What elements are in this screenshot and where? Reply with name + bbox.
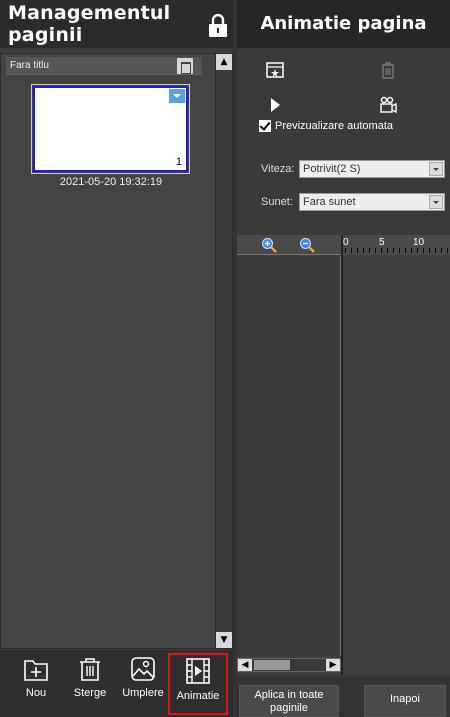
new-page-label: Nou (25, 687, 47, 699)
timeline-splitter[interactable] (341, 235, 343, 675)
animation-timeline: 0 5 10 ◀ ▶ (237, 235, 450, 675)
chevron-down-icon[interactable] (429, 195, 443, 209)
autopreview-label: Previzualizare automata (275, 120, 394, 132)
page-animation-title: Animatie pagina (237, 0, 450, 48)
zoom-out-icon[interactable] (299, 237, 315, 253)
delete-page-button[interactable]: Sterge (64, 656, 116, 714)
page-timestamp: 2021-05-20 19:32:19 (59, 176, 163, 188)
ruler-tick-label: 0 (343, 237, 349, 248)
delete-group-icon[interactable] (177, 58, 193, 74)
page-group-label: Fara titlu (10, 60, 49, 71)
scroll-up-button[interactable]: ▲ (216, 54, 232, 70)
timeline-ruler[interactable]: 0 5 10 (343, 235, 450, 255)
speed-select[interactable]: Potrivit(2 S) (299, 160, 445, 178)
chevron-down-icon[interactable] (429, 162, 443, 176)
animation-label: Animatie (176, 690, 220, 702)
ruler-tick-label: 5 (379, 237, 385, 248)
delete-page-label: Sterge (73, 687, 107, 699)
page-group-header[interactable]: Fara titlu (6, 57, 202, 75)
camera-record-icon[interactable] (378, 95, 398, 115)
autopreview-check-box[interactable] (259, 120, 271, 132)
apply-all-pages-label: Aplica in toate paginile (254, 689, 324, 714)
fill-label: Umplere (122, 687, 164, 699)
back-button[interactable]: Inapoi (364, 685, 446, 717)
sound-value: Fara sunet (303, 196, 356, 208)
scroll-left-button[interactable]: ◀ (238, 659, 252, 671)
sound-select[interactable]: Fara sunet (299, 193, 445, 211)
page-toolbar: Nou Sterge Umplere Animatie (0, 650, 233, 717)
play-icon[interactable] (265, 95, 285, 115)
page-management-title: Managementul paginii (0, 0, 233, 48)
autopreview-checkbox[interactable]: Previzualizare automata (259, 120, 393, 132)
timeline-effects-list[interactable] (237, 256, 341, 656)
fill-button[interactable]: Umplere (117, 656, 169, 714)
add-effect-icon[interactable] (265, 60, 285, 80)
page-management-panel: Managementul paginii Fara titlu 1 2021-0… (0, 0, 233, 717)
trash-icon (80, 658, 100, 681)
speed-label: Viteza: (261, 163, 295, 175)
page-list: Fara titlu 1 2021-05-20 19:32:19 ▲ ▼ (0, 53, 233, 649)
back-label: Inapoi (390, 693, 420, 705)
thumbnail-menu-dropdown-icon[interactable] (169, 89, 185, 103)
page-number: 1 (175, 156, 182, 168)
scrollbar-thumb[interactable] (254, 660, 290, 670)
page-animation-panel: Animatie pagina Previzualizare automata … (237, 0, 450, 717)
animation-film-icon (186, 658, 210, 684)
timeline-zoom-bar (237, 235, 341, 255)
page-thumbnail[interactable]: 1 (33, 86, 188, 172)
ruler-tick-label: 10 (413, 237, 425, 248)
delete-effect-icon[interactable] (378, 60, 398, 80)
scroll-right-button[interactable]: ▶ (326, 659, 340, 671)
new-page-icon (24, 660, 48, 681)
sound-label: Sunet: (261, 196, 293, 208)
scroll-down-button[interactable]: ▼ (216, 632, 232, 648)
image-fill-icon (131, 657, 155, 681)
apply-all-pages-button[interactable]: Aplica in toate paginile (239, 685, 339, 717)
new-page-button[interactable]: Nou (10, 656, 62, 714)
timeline-horizontal-scrollbar[interactable]: ◀ ▶ (237, 658, 341, 672)
animation-actions-bar: Aplica in toate paginile Inapoi (237, 677, 450, 717)
speed-value: Potrivit(2 S) (303, 163, 361, 175)
zoom-in-icon[interactable] (261, 237, 277, 253)
page-list-scrollbar[interactable]: ▲ ▼ (215, 54, 232, 648)
animation-button[interactable]: Animatie (168, 653, 228, 715)
ruler-ticks (345, 248, 450, 253)
lock-icon[interactable] (208, 14, 228, 38)
page-management-title-text: Managementul paginii (8, 2, 171, 46)
